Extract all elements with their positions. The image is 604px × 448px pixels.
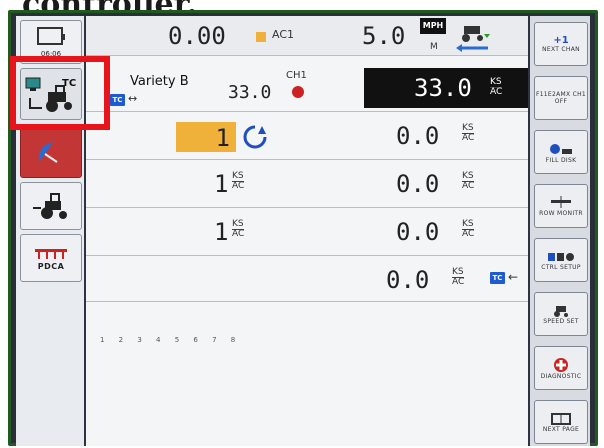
refresh-icon[interactable] bbox=[242, 124, 268, 150]
ctrl-setup-button[interactable]: CTRL SETUP bbox=[534, 238, 588, 282]
applied-total-value: 0.00 bbox=[168, 22, 226, 50]
tractor-direction-icon bbox=[456, 26, 490, 52]
row3-value: 0.0 bbox=[396, 218, 440, 246]
fill-disk-button[interactable]: FILL DISK bbox=[534, 130, 588, 174]
row2-left-unit: KS AC bbox=[232, 171, 245, 191]
fill-disk-icon bbox=[550, 143, 572, 154]
speed-unit-badge: MPH bbox=[420, 18, 446, 34]
main-panel: 0.00 AC1 5.0 MPH M Variety B CH1 33.0 TC… bbox=[86, 16, 528, 446]
pdca-button[interactable]: PDCA bbox=[20, 234, 82, 282]
tc-badge-icon: TC bbox=[110, 94, 125, 106]
rate-input-box[interactable]: 1 bbox=[176, 122, 236, 152]
channel-label: CH1 bbox=[286, 70, 307, 81]
gps-button[interactable] bbox=[20, 126, 82, 178]
satellite-dish-icon bbox=[38, 142, 58, 163]
total-unit: KS AC bbox=[452, 267, 465, 287]
ctrl-setup-icon bbox=[548, 252, 574, 261]
variety-label: Variety B bbox=[130, 74, 189, 89]
top-status-bar: 0.00 AC1 5.0 MPH M bbox=[86, 16, 528, 56]
clock-display: 06:06 bbox=[40, 50, 62, 58]
left-sidebar: 06:06 TC PDCA bbox=[16, 16, 84, 446]
next-channel-button[interactable]: +1 NEXT CHAN bbox=[534, 22, 588, 66]
row1-value: 0.0 bbox=[396, 122, 440, 150]
monitor-icon bbox=[37, 27, 65, 45]
diagnostic-button[interactable]: DIAGNOSTIC bbox=[534, 346, 588, 390]
tractor-tc-icon: TC bbox=[25, 77, 76, 112]
row3-unit: KS AC bbox=[462, 219, 475, 239]
speed-value: 5.0 bbox=[362, 22, 406, 50]
arrow-left-icon: ← bbox=[508, 270, 519, 284]
total-value: 0.0 bbox=[386, 266, 430, 294]
row-monitor-button[interactable]: ROW MONITR bbox=[534, 184, 588, 228]
row-monitor-icon bbox=[551, 195, 571, 208]
row3-left-unit: KS AC bbox=[232, 219, 245, 239]
document-heading: controller. bbox=[22, 0, 197, 10]
tc-badge-icon: TC bbox=[490, 272, 505, 284]
product-color-swatch bbox=[256, 32, 266, 42]
task-controller-button[interactable]: TC bbox=[20, 68, 82, 120]
row-number-scale: 1 2 3 4 5 6 7 8 bbox=[100, 336, 242, 344]
rate-row-1[interactable]: 1 0.0 KS AC bbox=[86, 112, 528, 160]
next-page-icon bbox=[551, 412, 571, 425]
next-channel-icon: +1 bbox=[553, 35, 569, 46]
row3-left-value: 1 bbox=[214, 218, 229, 246]
row2-left-value: 1 bbox=[214, 170, 229, 198]
actual-rate-value: 33.0 bbox=[414, 74, 472, 102]
row1-unit: KS AC bbox=[462, 123, 475, 143]
actual-rate-unit: KS AC bbox=[490, 77, 503, 97]
rate-row-2[interactable]: 1 KS AC 0.0 KS AC bbox=[86, 160, 528, 208]
right-sidebar: +1 NEXT CHAN F11E2AMX CH1 OFF FILL DISK … bbox=[530, 16, 590, 446]
rate-input-value: 1 bbox=[215, 124, 230, 152]
next-page-button[interactable]: NEXT PAGE bbox=[534, 400, 588, 444]
row2-unit: KS AC bbox=[462, 171, 475, 191]
tractor-icon bbox=[33, 193, 67, 219]
target-rate-value: 33.0 bbox=[228, 82, 272, 103]
total-row: 0.0 KS AC TC ← bbox=[86, 256, 528, 302]
speed-set-icon bbox=[554, 305, 568, 317]
direction-arrows-icon: ↔ bbox=[128, 92, 138, 105]
target-rate-icon bbox=[292, 86, 304, 98]
channel-toggle-button[interactable]: F11E2AMX CH1 OFF bbox=[534, 76, 588, 120]
actual-rate-display: 33.0 KS AC bbox=[364, 68, 528, 108]
rate-row-3[interactable]: 1 KS AC 0.0 KS AC bbox=[86, 208, 528, 256]
speed-unit-sub: M bbox=[430, 42, 438, 52]
diagnostic-icon bbox=[554, 357, 568, 372]
tractor-button[interactable] bbox=[20, 182, 82, 230]
row2-value: 0.0 bbox=[396, 170, 440, 198]
speed-set-button[interactable]: SPEED SET bbox=[534, 292, 588, 336]
pdca-label: PDCA bbox=[37, 261, 65, 271]
planter-icon bbox=[35, 248, 67, 259]
ac-counter-label: AC1 bbox=[272, 28, 295, 41]
home-screen-button[interactable]: 06:06 bbox=[20, 20, 82, 64]
